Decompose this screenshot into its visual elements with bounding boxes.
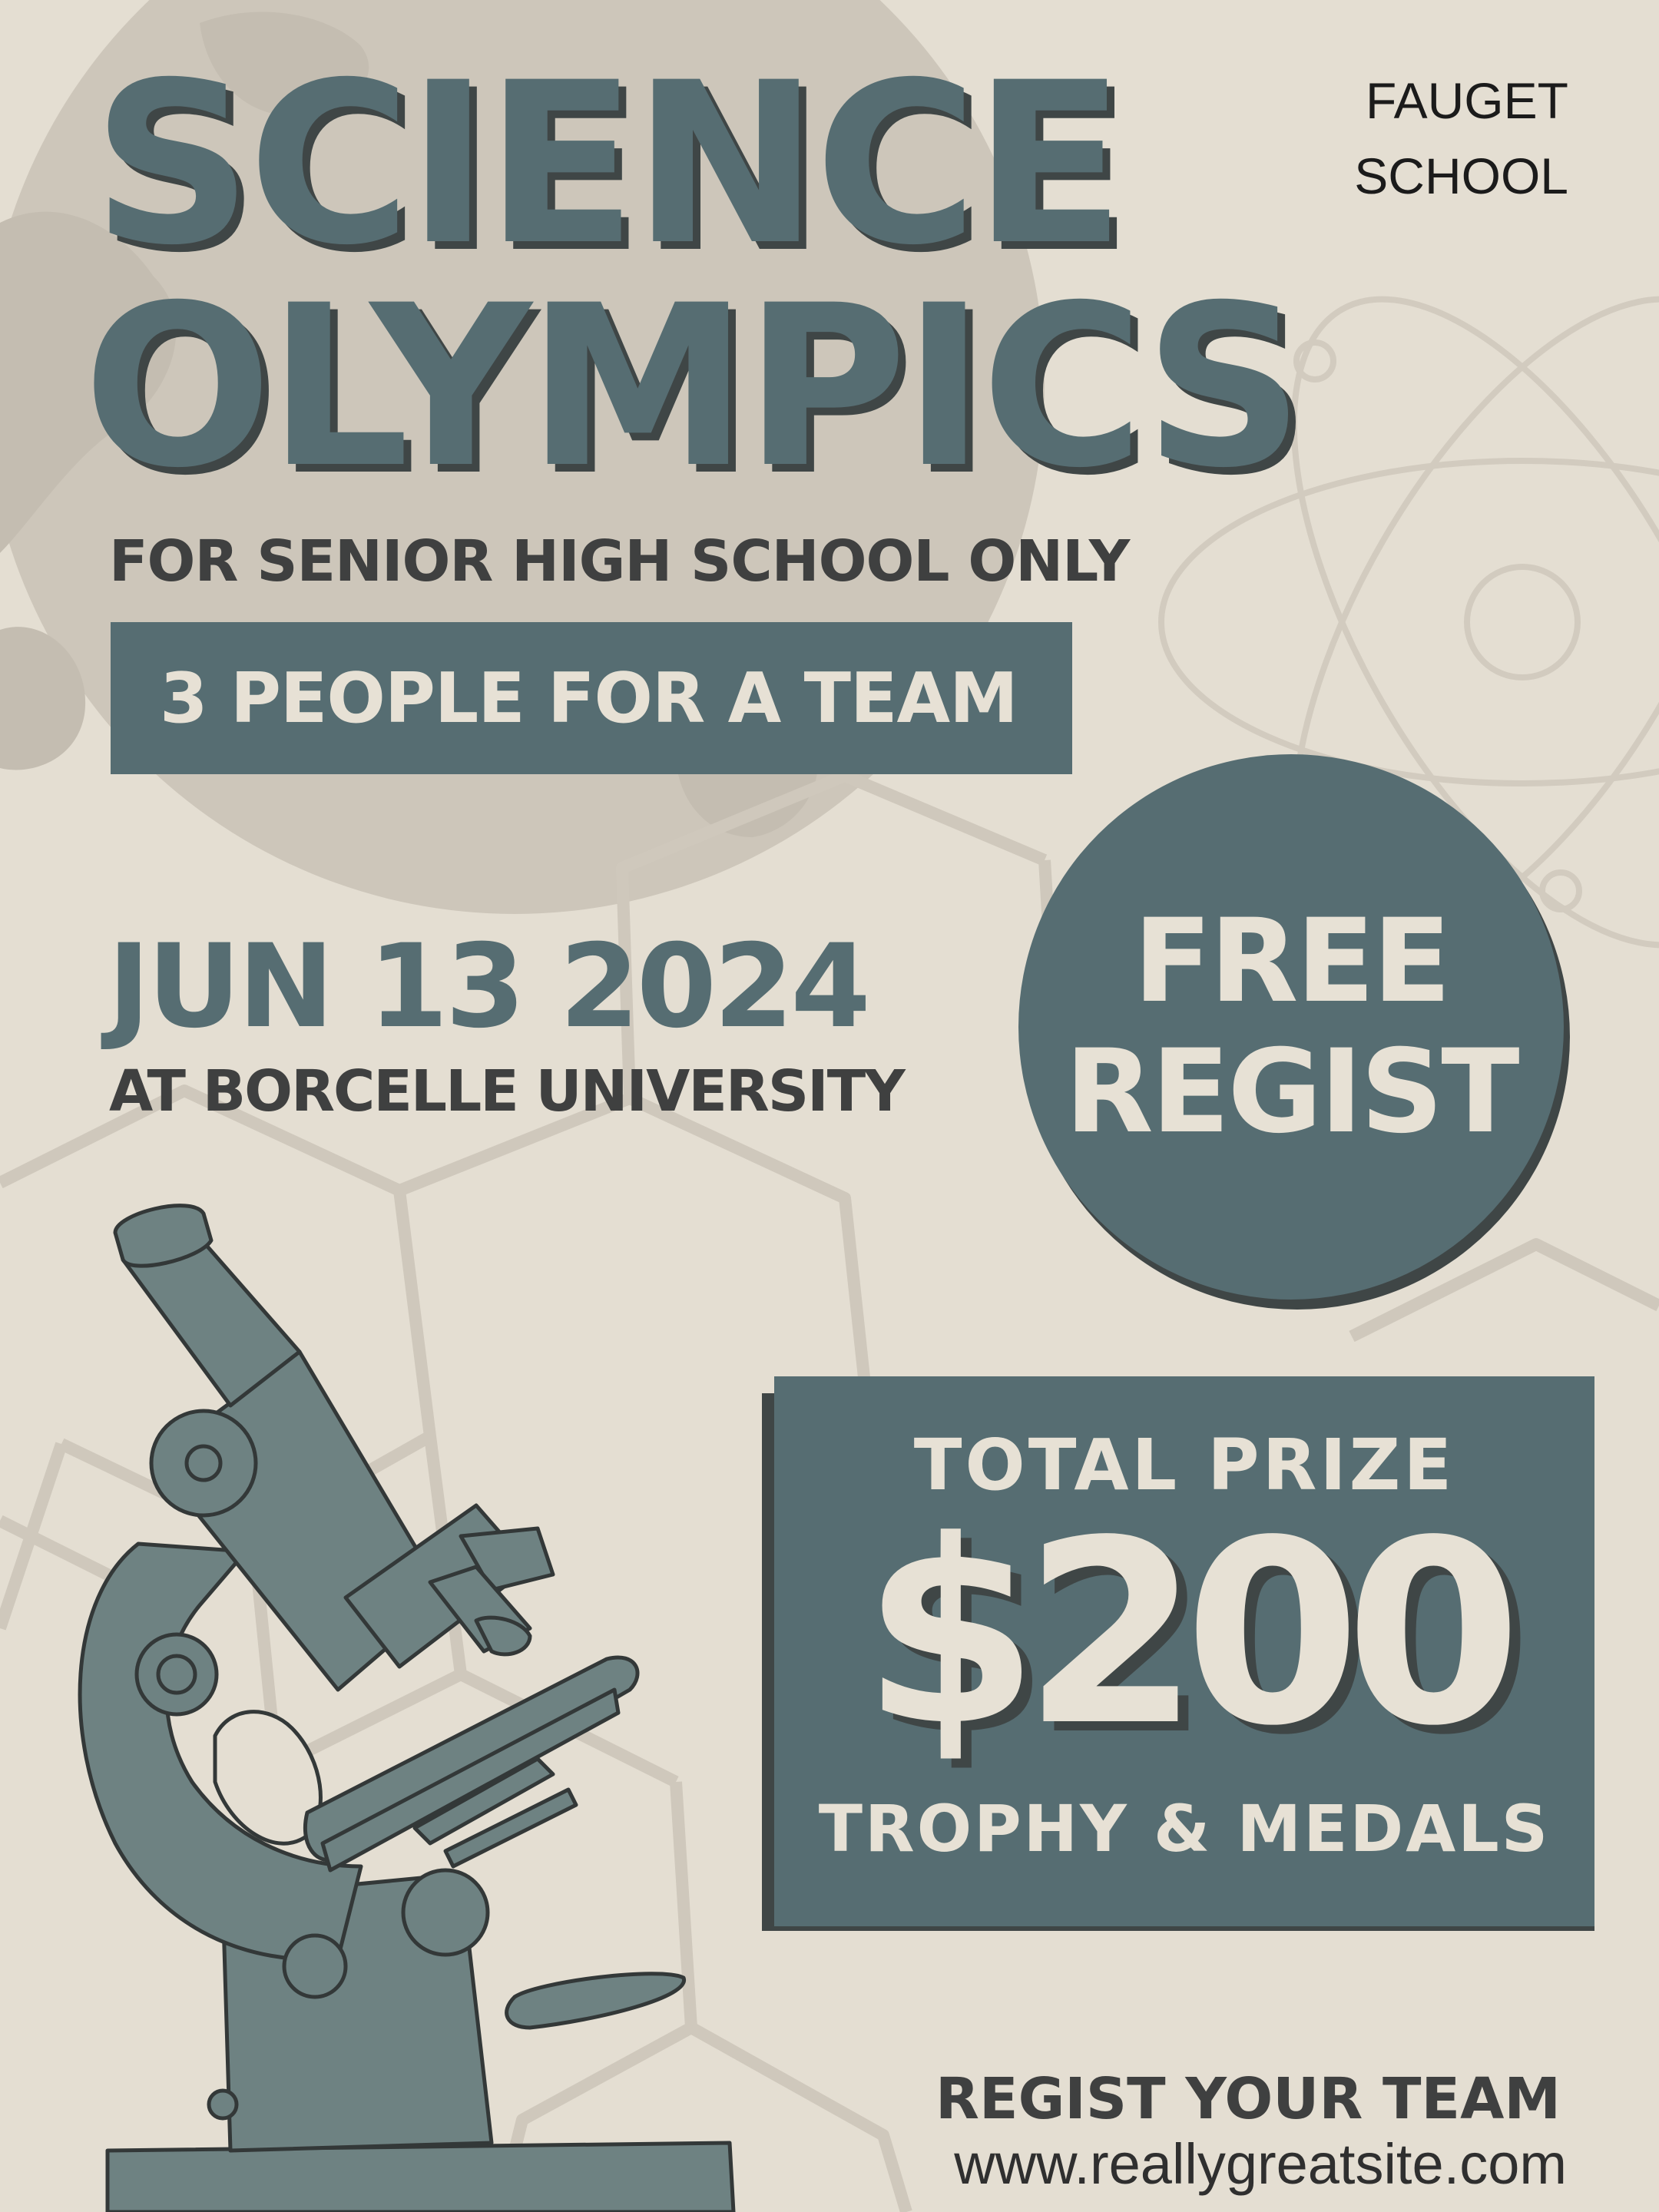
school-name: FAUGET SCHOOL: [1307, 63, 1568, 214]
prize-box: TOTAL PRIZE $200 TROPHY & MEDALS: [774, 1376, 1594, 1926]
free-regist-badge: FREE REGIST: [1018, 754, 1564, 1300]
website-link[interactable]: www.reallygreatsite.com: [954, 2131, 1567, 2197]
title-line-2: OLYMPICS: [83, 258, 1304, 517]
team-size-text: 3 PEOPLE FOR A TEAM: [160, 657, 1018, 739]
team-size-banner: 3 PEOPLE FOR A TEAM: [111, 622, 1072, 774]
school-name-line-1: FAUGET: [1365, 72, 1568, 129]
school-name-line-2: SCHOOL: [1354, 147, 1568, 204]
title-line-1: SCIENCE: [92, 35, 1125, 294]
prize-amount: $200: [862, 1486, 1522, 1781]
prize-extra: TROPHY & MEDALS: [818, 1791, 1551, 1866]
event-date: JUN 13 2024: [108, 920, 871, 1054]
eligibility-text: FOR SENIOR HIGH SCHOOL ONLY: [109, 528, 1130, 594]
free-regist-line-1: FREE: [1133, 895, 1452, 1028]
call-to-action: REGIST YOUR TEAM: [935, 2066, 1561, 2132]
free-regist-line-2: REGIST: [1065, 1025, 1519, 1159]
science-olympics-poster: SCIENCE OLYMPICS FAUGET SCHOOL FOR SENIO…: [0, 0, 1659, 2212]
event-venue: AT BORCELLE UNIVERSITY: [109, 1058, 906, 1124]
